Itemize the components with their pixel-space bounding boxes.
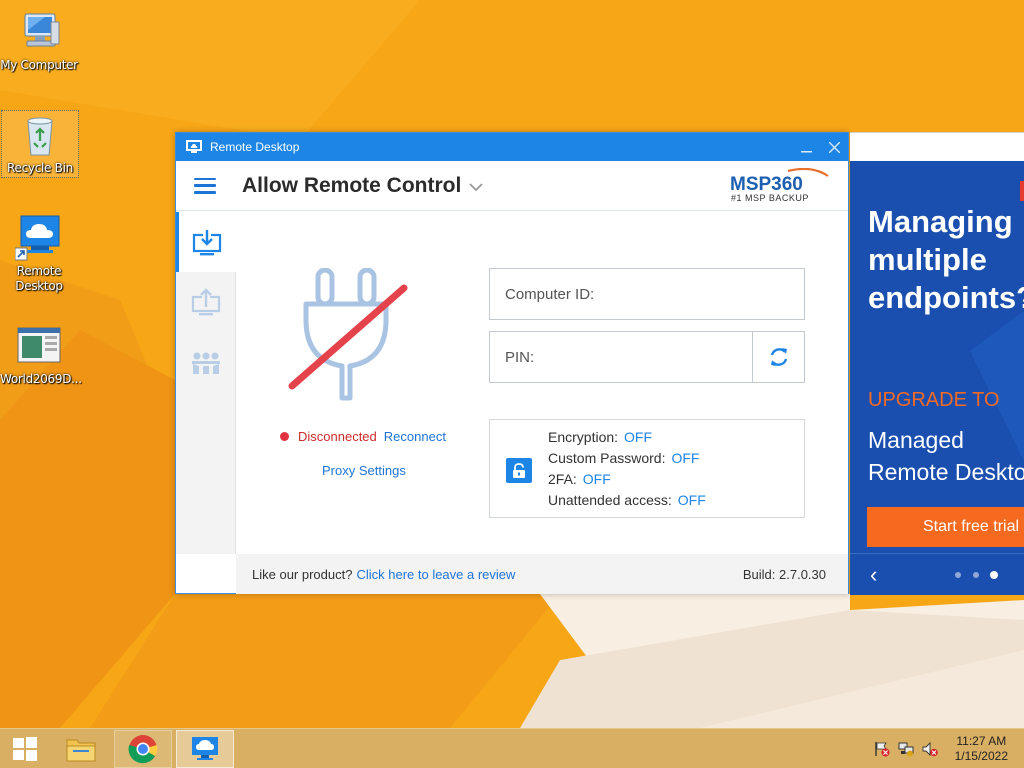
review-prompt: Like our product? Click here to leave a r… [252,567,515,582]
system-clock[interactable]: 11:27 AM 1/15/2022 [955,734,1008,764]
recycle-bin-icon [16,111,64,159]
pin-placeholder: PIN: [505,348,535,366]
unattended-access-row: Unattended access: OFF [548,492,706,508]
encryption-row: Encryption: OFF [548,429,652,445]
carousel-dot[interactable] [955,572,961,578]
proxy-settings-link[interactable]: Proxy Settings [322,463,406,478]
connection-status: Disconnected Reconnect [280,429,446,444]
custom-password-row: Custom Password: OFF [548,450,699,466]
svg-text:#1 MSP BACKUP: #1 MSP BACKUP [731,193,809,203]
chevron-down-icon[interactable] [469,183,483,192]
start-button[interactable] [0,730,50,768]
sidebar-item-allow-control[interactable] [176,212,237,272]
twofa-row: 2FA: OFF [548,471,611,487]
twofa-value[interactable]: OFF [583,471,611,487]
desktop-icon-world-file[interactable]: World2069D... [0,322,82,386]
ad-product-line: Managed [868,427,964,453]
download-icon [192,230,221,256]
review-prompt-text: Like our product? [252,567,353,582]
volume-muted-icon[interactable] [922,741,938,757]
ad-panel: Managing multiple endpoints? UPGRADE TO … [850,132,1024,595]
pin-field[interactable]: PIN: [489,331,753,383]
minimize-button[interactable] [792,133,820,161]
security-settings-panel: Encryption: OFF Custom Password: OFF 2FA: O… [489,419,805,518]
refresh-icon [770,348,787,366]
desktop-icon-my-computer[interactable]: My Computer [0,8,78,72]
window-header: Allow Remote Control MSP360 #1 MSP BACKU… [176,161,848,211]
close-icon [828,141,840,153]
computer-icon [15,8,63,56]
close-button[interactable] [820,133,848,161]
unattended-access-value[interactable]: OFF [678,492,706,508]
clock-date: 1/15/2022 [954,749,1008,763]
start-free-trial-button[interactable]: Start free trial [867,507,1024,547]
ad-product-line: Remote Desktop [868,459,1024,485]
custom-password-value[interactable]: OFF [671,450,699,466]
chrome-icon [128,735,158,764]
sidebar-item-remote-control[interactable] [176,272,236,332]
remote-desktop-icon [192,737,218,760]
upload-icon [191,288,221,316]
window-footer: Like our product? Click here to leave a r… [236,554,848,594]
document-window-icon [15,322,63,370]
status-text: Disconnected [298,429,377,444]
ad-banner[interactable]: Managing multiple endpoints? UPGRADE TO … [850,161,1024,553]
clock-time: 11:27 AM [956,734,1007,748]
status-dot [280,432,289,441]
refresh-pin-button[interactable] [752,331,805,383]
custom-password-label: Custom Password: [548,450,666,466]
encryption-value[interactable]: OFF [624,429,652,445]
ad-headline-line: Managing [868,204,1013,239]
network-icon[interactable] [898,741,914,757]
desktop-icon-label: Remote Desktop [15,264,63,293]
ad-product-name: Managed Remote Desktop [868,424,1024,488]
taskbar-remote-desktop[interactable] [176,730,234,768]
desktop-icon-label: My Computer [0,58,78,72]
computer-id-field[interactable]: Computer ID: [489,268,805,320]
taskbar-file-explorer[interactable] [52,730,110,768]
desktop-icon-remote-desktop[interactable]: Remote Desktop [0,214,78,294]
window-titlebar[interactable]: Remote Desktop [176,133,848,161]
hamburger-menu-icon[interactable] [194,177,216,194]
app-monitor-icon [186,140,202,153]
ad-headline-line: endpoints? [868,280,1024,315]
window-title: Remote Desktop [210,140,300,154]
action-center-flag-icon[interactable] [874,741,890,757]
remote-desktop-window: Remote Desktop Allow Remote Control MSP3… [175,132,849,594]
unattended-access-label: Unattended access: [548,492,672,508]
taskbar-chrome[interactable] [114,730,172,768]
build-version: Build: 2.7.0.30 [742,567,826,582]
ad-headline-line: multiple [868,242,987,277]
msp360-logo: MSP360 #1 MSP BACKUP [728,167,834,209]
desktop-icon-label: Recycle Bin [7,161,73,175]
mode-sidebar [176,212,237,554]
carousel-dot[interactable] [973,572,979,578]
ad-carousel-nav: ‹ [850,553,1024,595]
windows-logo-icon [13,737,37,761]
computer-id-placeholder: Computer ID: [505,285,595,303]
ad-headline: Managing multiple endpoints? [868,203,1024,317]
desktop-icon-label: World2069D... [0,372,82,386]
ad-upgrade-text: UPGRADE TO [868,389,1000,411]
minimize-icon [800,150,812,152]
reconnect-link[interactable]: Reconnect [384,429,446,444]
leave-review-link[interactable]: Click here to leave a review [356,567,515,582]
remote-desktop-shortcut-icon [14,214,63,262]
carousel-prev-icon[interactable]: ‹ [870,562,877,588]
unlock-icon [506,458,532,483]
encryption-label: Encryption: [548,429,619,445]
carousel-dot-active[interactable] [990,571,998,579]
folder-icon [66,739,96,762]
sidebar-item-meetings[interactable] [176,332,236,392]
disconnected-plug-icon [288,268,408,401]
twofa-label: 2FA: [548,471,577,487]
svg-text:MSP360: MSP360 [730,174,803,195]
desktop-icon-recycle-bin[interactable]: Recycle Bin [1,110,79,178]
users-icon [192,352,220,374]
mode-title[interactable]: Allow Remote Control [242,174,461,198]
taskbar: 11:27 AM 1/15/2022 [0,728,1024,768]
